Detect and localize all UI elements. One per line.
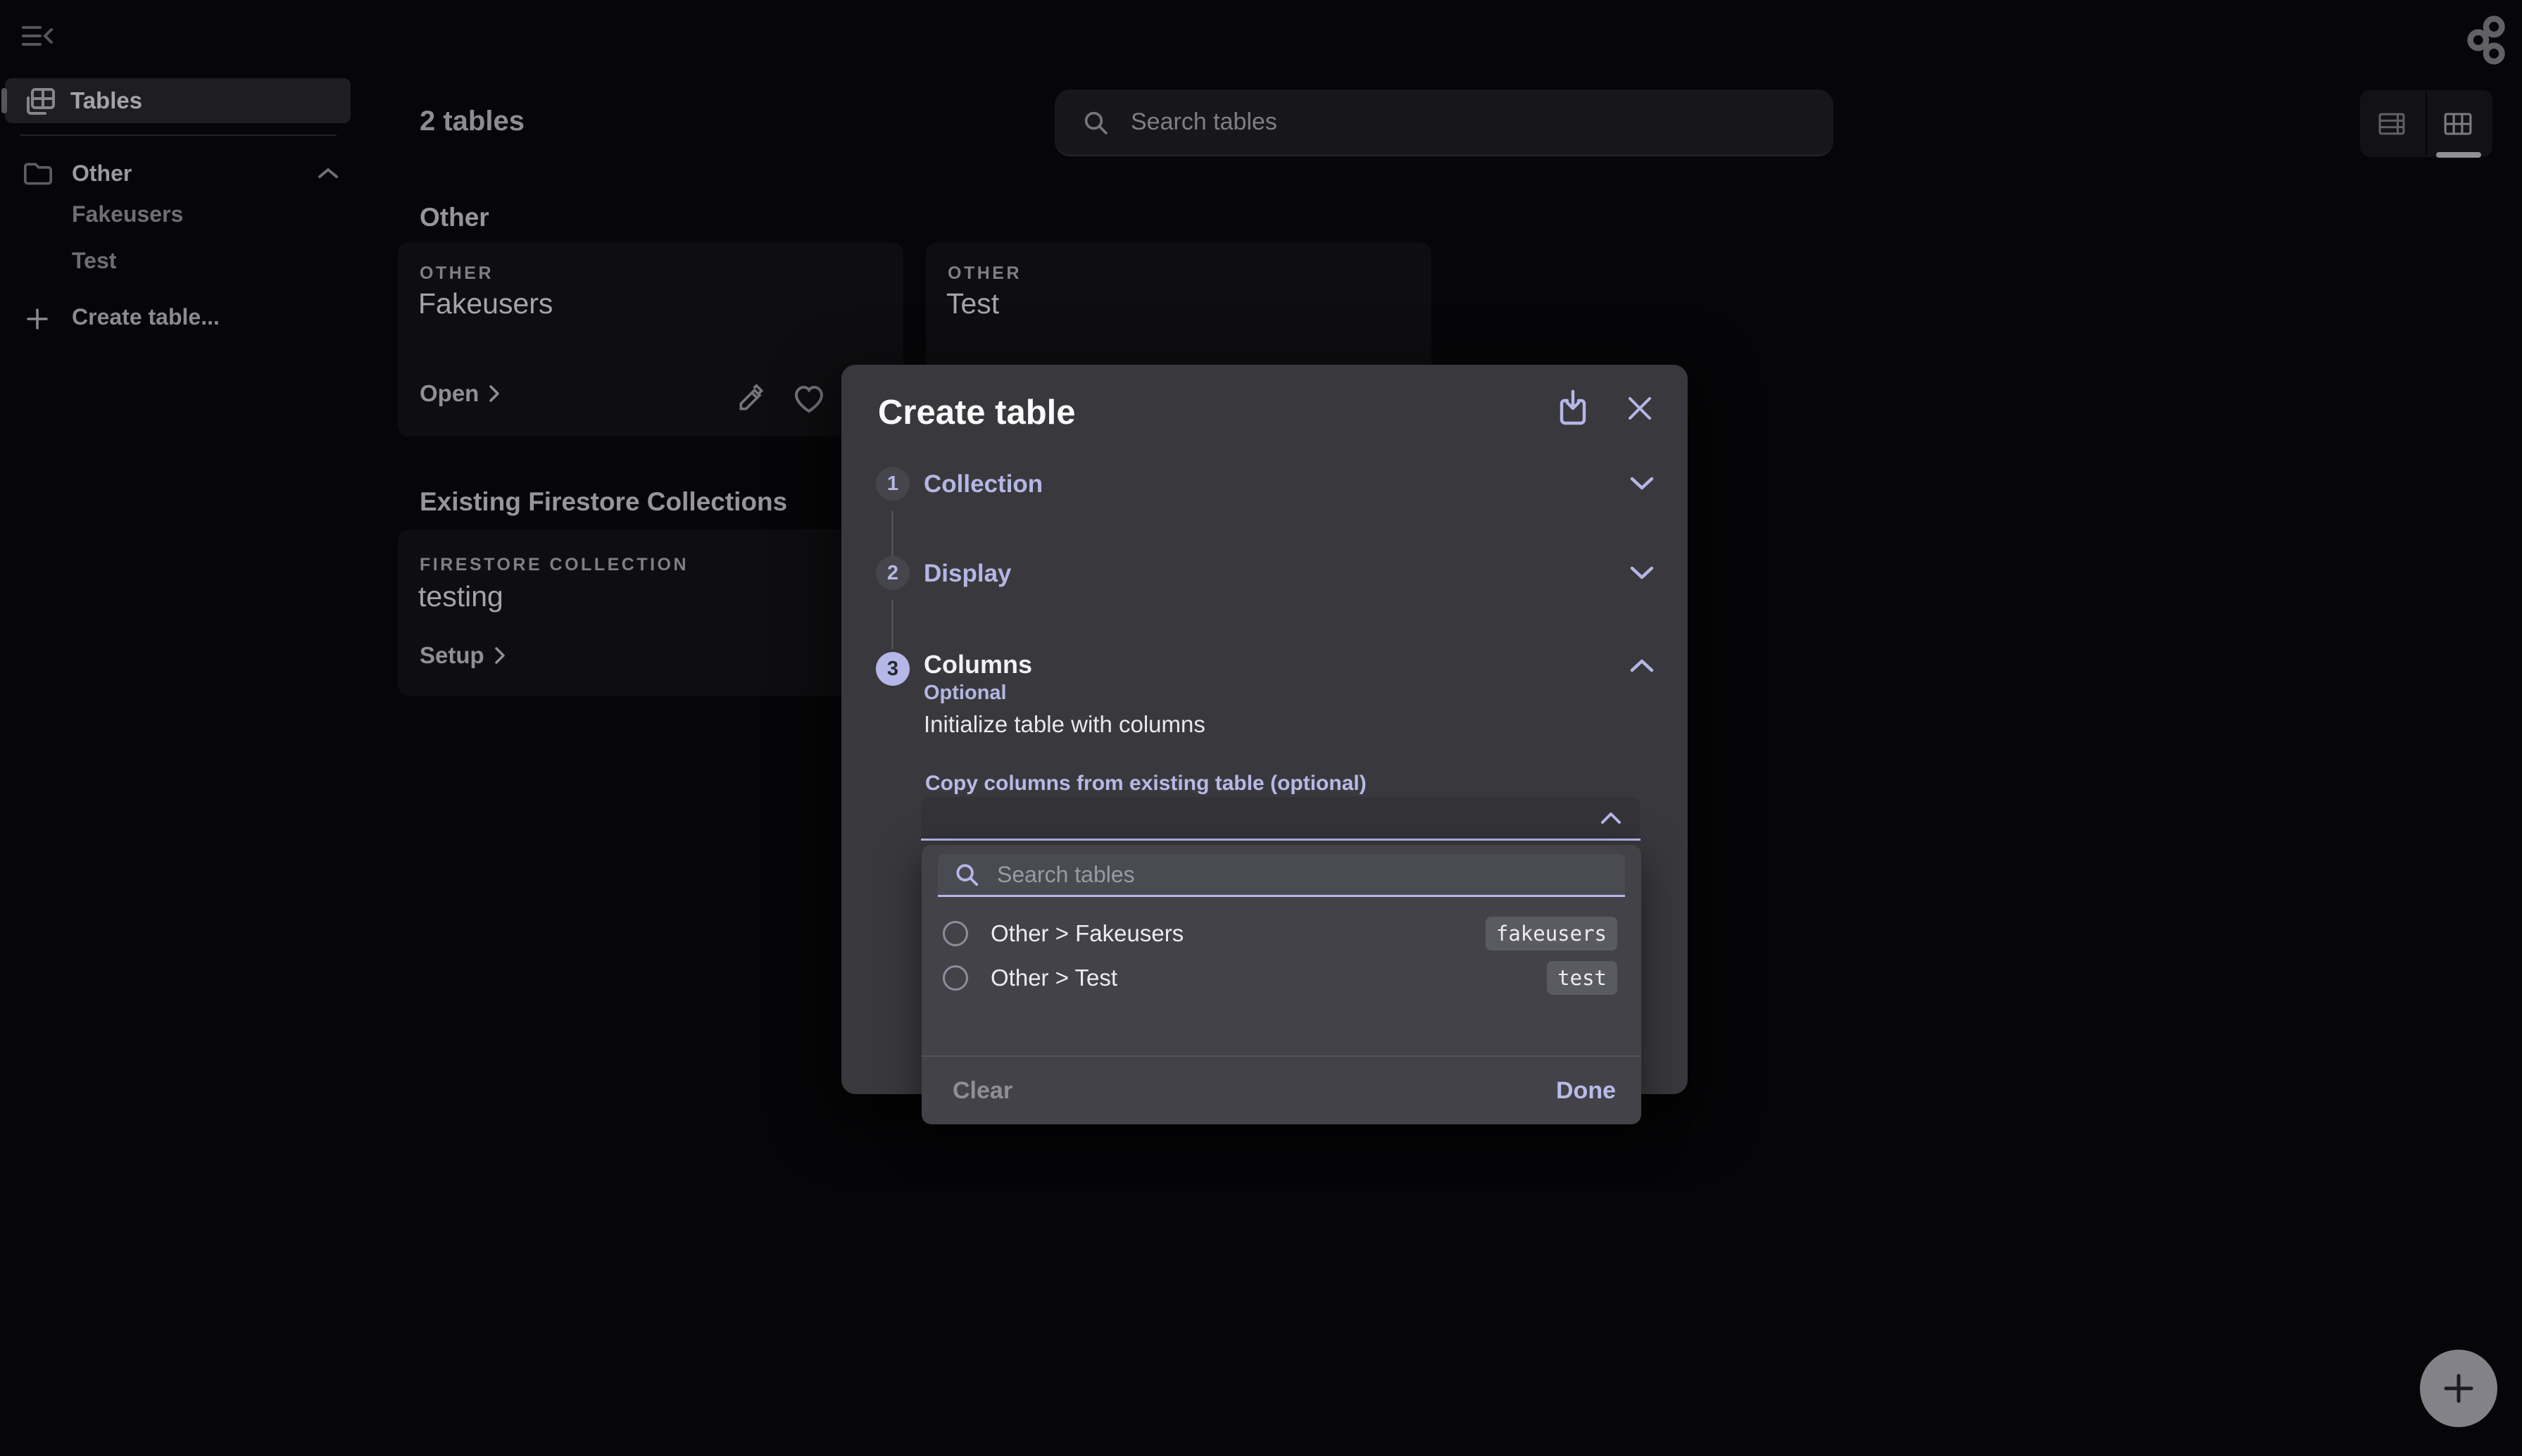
tables-search-bar[interactable] — [1055, 89, 1833, 156]
chevron-right-icon — [494, 647, 505, 664]
radio-unchecked-icon[interactable] — [943, 965, 968, 991]
app-root: Tables Other Fakeusers Test Create table… — [0, 0, 2522, 1456]
card-overline: OTHER — [420, 263, 494, 283]
initialize-columns-label: Initialize table with columns — [924, 711, 1205, 737]
list-view-icon[interactable] — [2378, 111, 2406, 137]
card-overline: FIRESTORE COLLECTION — [420, 555, 689, 575]
card-title: Fakeusers — [418, 287, 553, 320]
card-overline: OTHER — [948, 263, 1022, 283]
dropdown-option-fakeusers[interactable]: Other > Fakeusers fakeusers — [922, 912, 1641, 955]
search-icon — [1081, 108, 1110, 137]
search-icon — [953, 861, 980, 888]
sidebar-item-tables[interactable] — [5, 78, 351, 123]
step-2-label[interactable]: Display — [924, 558, 1012, 589]
collection-code-badge: fakeusers — [1485, 917, 1617, 950]
copy-columns-label: Copy columns from existing table (option… — [925, 772, 1367, 795]
chevron-up-icon[interactable] — [317, 166, 339, 180]
step-1-label[interactable]: Collection — [924, 469, 1043, 500]
chevron-down-icon[interactable] — [1629, 565, 1655, 581]
dropdown-footer: Clear Done — [922, 1057, 1641, 1124]
modal-title: Create table — [878, 394, 1076, 432]
collection-code-badge: test — [1547, 961, 1617, 995]
close-icon[interactable] — [1624, 393, 1655, 424]
sidebar-item-test[interactable]: Test — [72, 246, 116, 275]
step-connector — [891, 510, 893, 560]
sidebar-group-other[interactable]: Other — [72, 158, 132, 189]
app-logo-icon[interactable] — [2467, 15, 2505, 65]
collapse-menu-icon — [21, 24, 58, 48]
collapse-sidebar-button[interactable] — [21, 24, 58, 55]
create-table-fab[interactable] — [2420, 1350, 2497, 1427]
step-3-badge: 3 — [876, 652, 910, 686]
dropdown-search-field[interactable] — [938, 854, 1625, 897]
chevron-up-icon — [1600, 811, 1622, 825]
chevron-right-icon — [489, 385, 500, 402]
done-button[interactable]: Done — [1556, 1077, 1616, 1105]
chevron-up-icon[interactable] — [1629, 658, 1655, 673]
dropdown-search-input[interactable] — [997, 861, 1611, 888]
table-card-fakeusers[interactable]: OTHER Fakeusers Open — [398, 242, 903, 437]
copy-columns-select[interactable] — [921, 797, 1640, 841]
step-connector — [891, 600, 893, 649]
open-table-button[interactable]: Open — [420, 380, 500, 407]
search-tables-input[interactable] — [1131, 108, 1812, 136]
grid-view-icon[interactable] — [2443, 111, 2473, 137]
section-title-firestore: Existing Firestore Collections — [420, 487, 788, 516]
chevron-down-icon[interactable] — [1629, 476, 1655, 491]
clear-button[interactable]: Clear — [953, 1077, 1012, 1105]
sidebar-item-fakeusers[interactable]: Fakeusers — [72, 200, 183, 228]
sidebar-active-indicator — [1, 88, 7, 113]
plus-icon — [25, 307, 49, 331]
step-1-badge: 1 — [876, 467, 910, 501]
step-3-optional-label: Optional — [924, 682, 1007, 704]
import-table-icon[interactable] — [1555, 389, 1591, 427]
view-toggle-divider — [2426, 92, 2427, 156]
sidebar-divider — [20, 134, 337, 136]
sidebar-create-table-button[interactable]: Create table... — [72, 301, 220, 332]
sidebar-item-tables-label: Tables — [70, 87, 143, 113]
grid-view-active-indicator — [2436, 152, 2481, 158]
radio-unchecked-icon[interactable] — [943, 921, 968, 946]
plus-icon — [2444, 1374, 2473, 1403]
tables-icon — [21, 84, 56, 119]
tables-count-label: 2 tables — [420, 106, 525, 137]
card-title: testing — [418, 580, 503, 613]
dropdown-option-test[interactable]: Other > Test test — [922, 956, 1641, 1000]
table-select-dropdown: Other > Fakeusers fakeusers Other > Test… — [922, 845, 1641, 1124]
edit-table-icon[interactable] — [736, 383, 767, 414]
firestore-collection-card-testing[interactable]: FIRESTORE COLLECTION testing Setup — [398, 529, 903, 696]
favorite-heart-icon[interactable] — [792, 383, 826, 414]
step-2-badge: 2 — [876, 556, 910, 590]
card-title: Test — [946, 287, 1000, 320]
folder-icon — [23, 159, 54, 187]
section-title-other: Other — [420, 203, 489, 232]
setup-table-button[interactable]: Setup — [420, 642, 506, 669]
step-3-label[interactable]: Columns — [924, 649, 1032, 680]
